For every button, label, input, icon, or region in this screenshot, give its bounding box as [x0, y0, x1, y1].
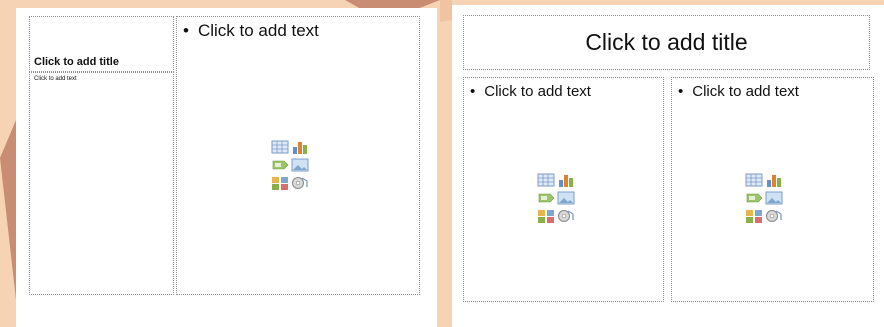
- slide-content-with-caption[interactable]: Click to add title Click to add text Cli…: [16, 8, 437, 327]
- insert-picture-icon[interactable]: [765, 190, 783, 206]
- content-placeholder[interactable]: Click to add text: [176, 16, 420, 295]
- insert-chart-icon[interactable]: [765, 172, 783, 188]
- insert-clipart-icon[interactable]: [745, 208, 763, 224]
- insert-media-icon[interactable]: [765, 208, 783, 224]
- insert-table-icon[interactable]: [271, 139, 289, 155]
- caption-placeholder-text: Click to add text: [34, 76, 77, 82]
- insert-clipart-icon[interactable]: [537, 208, 555, 224]
- insert-smartart-icon[interactable]: [271, 157, 289, 173]
- content-placeholder-text: Click to add text: [678, 83, 799, 100]
- insert-media-icon[interactable]: [291, 175, 309, 191]
- insert-picture-icon[interactable]: [557, 190, 575, 206]
- title-placeholder[interactable]: Click to add title: [463, 15, 870, 70]
- slide-two-content[interactable]: Click to add title Click to add text: [452, 5, 884, 327]
- insert-chart-icon[interactable]: [557, 172, 575, 188]
- title-placeholder-text: Click to add title: [585, 29, 748, 55]
- insert-picture-icon[interactable]: [291, 157, 309, 173]
- insert-table-icon[interactable]: [537, 172, 555, 188]
- insert-media-icon[interactable]: [557, 208, 575, 224]
- content-insert-icons: [744, 171, 802, 223]
- title-placeholder-text: Click to add title: [34, 56, 119, 68]
- content-insert-icons: [536, 171, 594, 223]
- content-placeholder-text: Click to add text: [470, 83, 591, 100]
- title-placeholder[interactable]: Click to add title: [29, 16, 174, 72]
- insert-smartart-icon[interactable]: [537, 190, 555, 206]
- content-placeholder-left[interactable]: Click to add text: [463, 77, 664, 302]
- insert-clipart-icon[interactable]: [271, 175, 289, 191]
- caption-placeholder[interactable]: Click to add text: [29, 72, 174, 295]
- insert-smartart-icon[interactable]: [745, 190, 763, 206]
- content-placeholder-right[interactable]: Click to add text: [671, 77, 874, 302]
- insert-chart-icon[interactable]: [291, 139, 309, 155]
- insert-table-icon[interactable]: [745, 172, 763, 188]
- content-placeholder-text: Click to add text: [183, 21, 319, 41]
- content-insert-icons: [270, 138, 328, 190]
